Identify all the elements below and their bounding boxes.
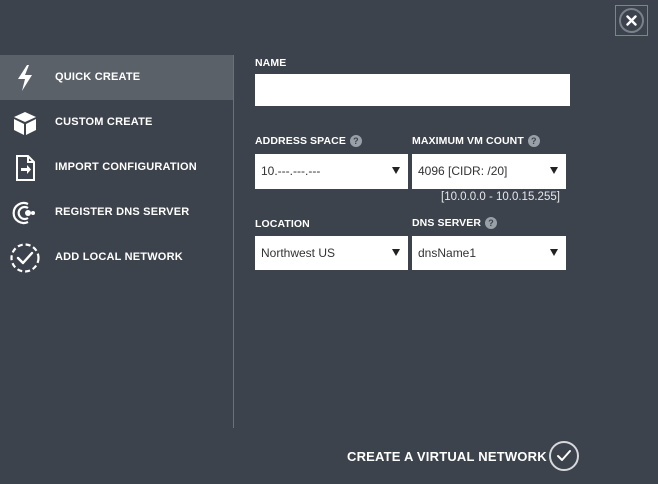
dns-server-icon [9, 197, 41, 229]
help-icon[interactable]: ? [527, 135, 540, 147]
cube-icon [9, 107, 41, 139]
address-space-label: ADDRESS SPACE ? [255, 135, 362, 147]
max-vm-count-label: MAXIMUM VM COUNT ? [412, 135, 540, 147]
sidebar-item-label: QUICK CREATE [55, 71, 141, 83]
sidebar-item-import-configuration[interactable]: IMPORT CONFIGURATION [0, 145, 233, 190]
dropdown-arrow-icon [550, 249, 558, 256]
sidebar-item-label: CUSTOM CREATE [55, 116, 153, 128]
name-label: NAME [255, 57, 286, 69]
dns-server-label-text: DNS SERVER [412, 217, 482, 229]
location-label-text: LOCATION [255, 218, 310, 230]
address-space-label-text: ADDRESS SPACE [255, 135, 346, 147]
address-space-select[interactable]: 10.---.---.--- [255, 154, 408, 189]
dropdown-arrow-icon [550, 167, 558, 174]
location-label: LOCATION [255, 218, 310, 230]
max-vm-count-value: 4096 [CIDR: /20] [418, 164, 508, 178]
lightning-icon [9, 62, 41, 94]
location-select[interactable]: Northwest US [255, 236, 408, 270]
sidebar-item-register-dns-server[interactable]: REGISTER DNS SERVER [0, 190, 233, 235]
sidebar-divider [233, 55, 234, 428]
max-vm-count-label-text: MAXIMUM VM COUNT [412, 135, 524, 147]
sidebar-item-label: IMPORT CONFIGURATION [55, 161, 197, 173]
checkmark-icon [557, 450, 571, 461]
sidebar-item-label: REGISTER DNS SERVER [55, 206, 190, 218]
dns-server-select[interactable]: dnsName1 [412, 236, 566, 270]
dns-server-value: dnsName1 [418, 246, 477, 260]
dropdown-arrow-icon [392, 249, 400, 256]
dns-server-label: DNS SERVER ? [412, 217, 498, 229]
sidebar-item-label: ADD LOCAL NETWORK [55, 251, 183, 263]
sidebar: QUICK CREATE CUSTOM CREATE IMPORT CONFIG… [0, 55, 233, 280]
name-input[interactable] [255, 74, 570, 106]
close-button[interactable] [615, 5, 648, 36]
address-space-value: 10.---.---.--- [261, 164, 321, 178]
close-icon [619, 8, 644, 33]
dropdown-arrow-icon [392, 167, 400, 174]
help-icon[interactable]: ? [485, 217, 498, 229]
name-label-text: NAME [255, 57, 287, 69]
max-vm-count-select[interactable]: 4096 [CIDR: /20] [412, 154, 566, 189]
address-range-note: [10.0.0.0 - 10.0.15.255] [441, 191, 560, 203]
create-confirm-button[interactable] [549, 441, 579, 471]
import-file-icon [9, 152, 41, 184]
sidebar-item-custom-create[interactable]: CUSTOM CREATE [0, 100, 233, 145]
help-icon[interactable]: ? [349, 135, 362, 147]
sidebar-item-quick-create[interactable]: QUICK CREATE [0, 55, 233, 100]
location-value: Northwest US [261, 246, 336, 260]
create-virtual-network-label[interactable]: CREATE A VIRTUAL NETWORK [347, 449, 547, 464]
sidebar-item-add-local-network[interactable]: ADD LOCAL NETWORK [0, 235, 233, 280]
local-network-icon [9, 242, 41, 274]
